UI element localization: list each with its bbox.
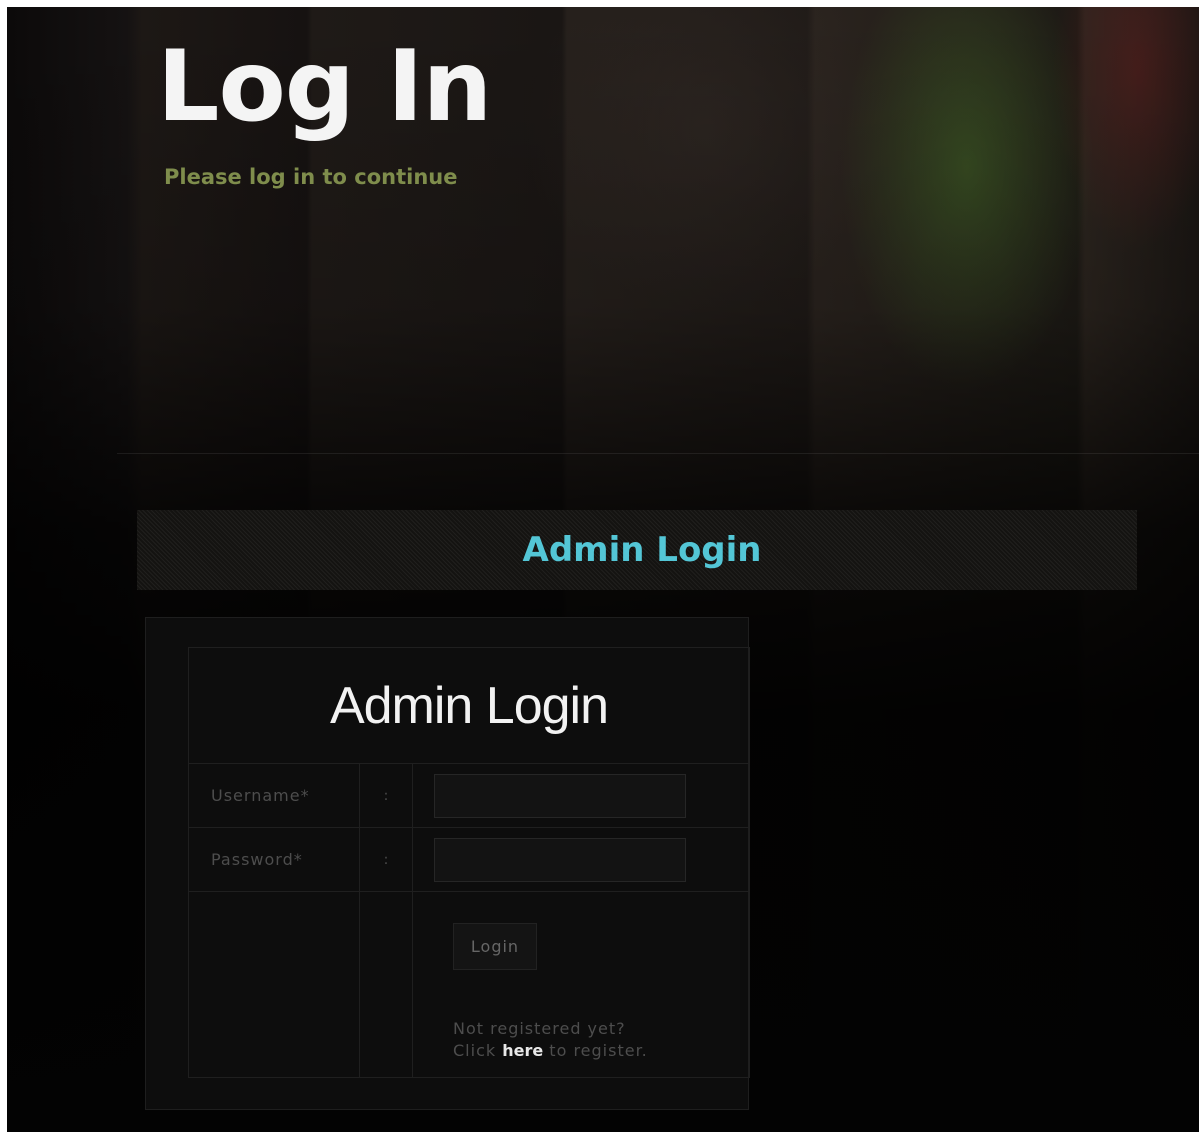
actions-spacer-middle <box>359 891 413 1078</box>
actions-cell: Login Not registered yet? Click here to … <box>412 891 750 1078</box>
login-button[interactable]: Login <box>453 923 537 970</box>
register-line1: Not registered yet? <box>453 1019 626 1038</box>
password-input[interactable] <box>434 837 686 882</box>
page-subtitle: Please log in to continue <box>164 165 458 189</box>
username-row: Username* : <box>188 763 750 828</box>
register-link[interactable]: here <box>502 1041 543 1060</box>
section-title: Admin Login <box>522 530 762 570</box>
header-divider <box>117 453 1199 454</box>
username-separator: : <box>359 763 413 828</box>
password-row: Password* : <box>188 827 750 892</box>
username-cell <box>412 763 750 828</box>
login-form: Admin Login Username* : Password* : Logi… <box>188 647 750 1078</box>
page-background: Log In Please log in to continue Admin L… <box>7 7 1199 1132</box>
form-heading-row: Admin Login <box>188 647 750 764</box>
username-input[interactable] <box>434 773 686 818</box>
login-panel: Admin Login Username* : Password* : Logi… <box>145 617 750 1110</box>
password-cell <box>412 827 750 892</box>
form-heading: Admin Login <box>188 647 750 764</box>
page-content: Log In Please log in to continue Admin L… <box>7 7 1199 1132</box>
password-separator: : <box>359 827 413 892</box>
username-label: Username* <box>188 763 360 828</box>
register-suffix: to register. <box>549 1041 648 1060</box>
section-header-bar: Admin Login <box>137 510 1137 590</box>
register-note: Not registered yet? Click here to regist… <box>453 1018 749 1062</box>
actions-row: Login Not registered yet? Click here to … <box>188 891 750 1078</box>
register-line2: Click here to register. <box>453 1040 749 1062</box>
password-label: Password* <box>188 827 360 892</box>
register-prefix: Click <box>453 1041 497 1060</box>
actions-spacer-left <box>188 891 360 1078</box>
page-title: Log In <box>157 30 492 144</box>
